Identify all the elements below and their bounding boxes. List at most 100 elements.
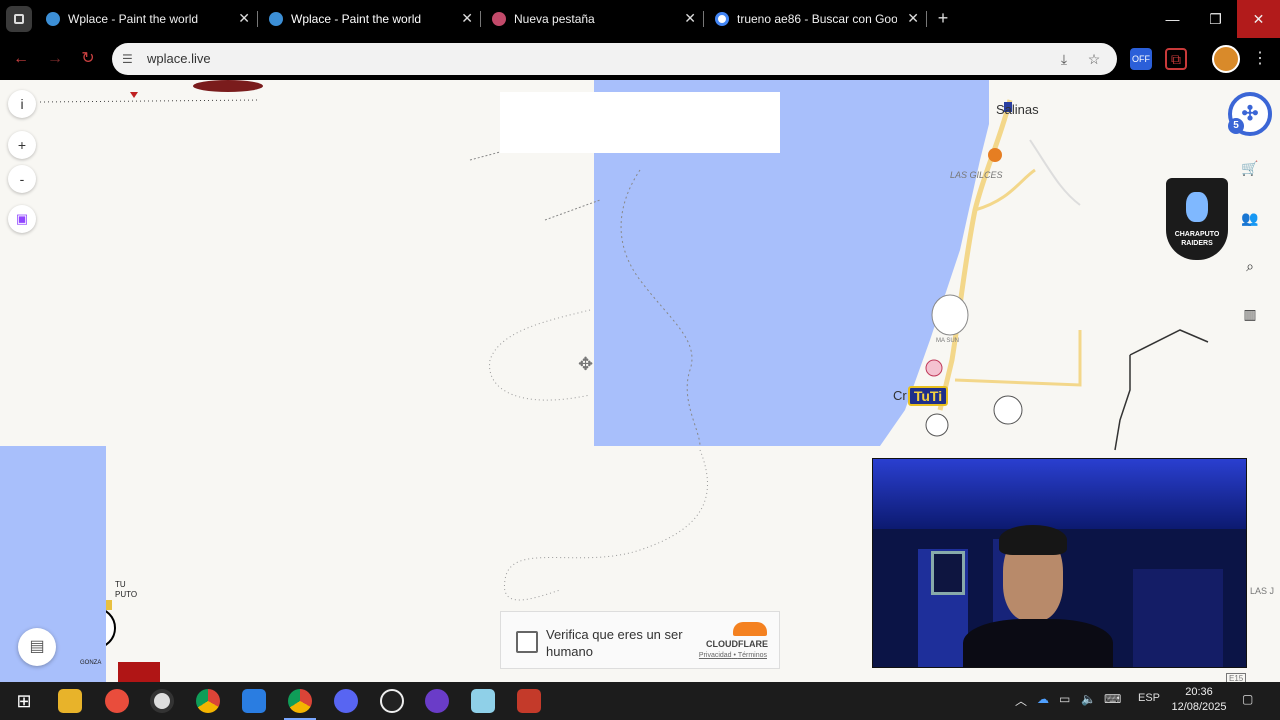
onedrive-icon[interactable]: ☁ bbox=[1037, 692, 1049, 706]
dotted-trace bbox=[620, 169, 701, 447]
art-label-ma-sun: MA SUN bbox=[936, 338, 960, 344]
tab-wplace-2[interactable]: Wplace - Paint the world ✕ bbox=[261, 6, 479, 32]
minimize-button[interactable]: — bbox=[1151, 0, 1194, 38]
close-icon[interactable]: ✕ bbox=[238, 10, 250, 27]
tab-title: Wplace - Paint the world bbox=[68, 12, 199, 26]
app-tool-icon[interactable] bbox=[517, 689, 541, 713]
info-button[interactable]: i bbox=[8, 90, 36, 118]
charaputo-raiders-crest: CHARAPUTO RAIDERS bbox=[1166, 178, 1228, 260]
pixel-art-fox bbox=[988, 148, 1002, 162]
chrome-active-icon[interactable] bbox=[288, 689, 312, 713]
keyboard-icon[interactable]: ⌨ bbox=[1104, 692, 1121, 706]
search-location-icon[interactable]: ⌕ bbox=[1236, 252, 1264, 280]
privacy-link[interactable]: Privacidad bbox=[699, 652, 732, 659]
globe-icon bbox=[269, 12, 283, 26]
install-app-icon[interactable]: ⤓ bbox=[1055, 50, 1073, 68]
pixel-art-face bbox=[925, 413, 949, 437]
captcha-label: Verifica que eres un ser humano bbox=[546, 627, 683, 659]
close-window-button[interactable]: ✕ bbox=[1237, 0, 1280, 38]
screen: Wplace - Paint the world ✕ Wplace - Pain… bbox=[0, 0, 1280, 720]
badge-count: 5 bbox=[1228, 118, 1244, 134]
close-icon[interactable]: ✕ bbox=[907, 10, 919, 27]
dotted-trace bbox=[504, 449, 708, 601]
forward-icon[interactable]: → bbox=[44, 48, 66, 70]
avatar-icon bbox=[492, 12, 506, 26]
browser-menu-icon[interactable]: ⋮ bbox=[1252, 48, 1268, 70]
extensions-puzzle-icon[interactable]: ⧉ bbox=[1165, 48, 1187, 70]
notifications-icon[interactable]: ▢ bbox=[1242, 692, 1253, 706]
community-icon[interactable]: 👥 bbox=[1236, 204, 1264, 232]
captcha-links: Privacidad • Términos bbox=[691, 652, 767, 659]
browser-toolbar: ← → ↻ ☰ wplace.live ⤓ ☆ OFF ⧉ ⋮ bbox=[0, 38, 1280, 80]
zoom-out-button[interactable]: - bbox=[8, 165, 36, 193]
link-separator: • bbox=[733, 652, 736, 659]
zoom-in-button[interactable]: + bbox=[8, 131, 36, 159]
network-icon[interactable]: ▭ bbox=[1059, 692, 1070, 706]
twitch-icon[interactable]: ▣ bbox=[8, 205, 36, 233]
tuti-pixel-label: TuTi bbox=[908, 386, 948, 406]
close-icon[interactable]: ✕ bbox=[684, 10, 696, 27]
volume-icon[interactable]: 🔈 bbox=[1081, 692, 1096, 706]
windows-start-icon[interactable]: ⊞ bbox=[12, 689, 36, 713]
place-label-las-gilces: LAS GILCES bbox=[950, 170, 1003, 180]
pixel-outline-art bbox=[1114, 329, 1209, 451]
app-red-icon[interactable] bbox=[105, 689, 129, 713]
extension-off-icon[interactable]: OFF bbox=[1130, 48, 1152, 70]
back-icon[interactable]: ← bbox=[10, 48, 32, 70]
address-bar[interactable]: ☰ wplace.live ⤓ ☆ bbox=[112, 43, 1117, 75]
leaderboard-icon[interactable]: ▥ bbox=[1236, 300, 1264, 328]
top-banner bbox=[500, 92, 780, 153]
obs-icon[interactable] bbox=[380, 689, 404, 713]
profile-avatar[interactable] bbox=[1212, 45, 1240, 73]
new-tab-button[interactable]: + bbox=[933, 8, 953, 28]
site-info-icon[interactable]: ☰ bbox=[122, 52, 136, 66]
chrome-icon[interactable] bbox=[196, 689, 220, 713]
dotted-trace bbox=[544, 199, 601, 221]
cloudflare-logo-icon bbox=[733, 622, 767, 636]
bookmark-star-icon[interactable]: ☆ bbox=[1085, 50, 1103, 68]
palette-toggle-button[interactable]: ▤ bbox=[18, 628, 56, 666]
clock[interactable]: 20:36 12/08/2025 bbox=[1166, 685, 1232, 715]
art-label-tu-puto: TU PUTO bbox=[115, 580, 138, 599]
url-text[interactable]: wplace.live bbox=[147, 51, 211, 66]
tab-title: Wplace - Paint the world bbox=[291, 12, 422, 26]
language-indicator[interactable]: ESP bbox=[1138, 692, 1160, 704]
discord-icon[interactable] bbox=[334, 689, 358, 713]
pixel-art-blob bbox=[193, 80, 263, 92]
file-explorer-icon[interactable] bbox=[58, 689, 82, 713]
tab-search-button[interactable] bbox=[6, 6, 32, 32]
webcam-overlay bbox=[872, 458, 1247, 668]
app-purple-icon[interactable] bbox=[425, 689, 449, 713]
pixel-art-red bbox=[118, 662, 160, 682]
reload-icon[interactable]: ↻ bbox=[77, 48, 99, 70]
globe-icon bbox=[46, 12, 60, 26]
tray-chevron-icon[interactable]: ︿ bbox=[1015, 692, 1027, 709]
google-icon bbox=[715, 12, 729, 26]
dotted-trace bbox=[39, 99, 261, 103]
captcha-checkbox[interactable] bbox=[516, 631, 538, 653]
tab-strip: Wplace - Paint the world ✕ Wplace - Pain… bbox=[0, 0, 1280, 38]
dotted-trace bbox=[469, 151, 501, 161]
move-cursor-icon: ✥ bbox=[578, 354, 593, 375]
maximize-button[interactable]: ❐ bbox=[1194, 0, 1237, 38]
cloudflare-captcha: Verifica que eres un ser humano CLOUDFLA… bbox=[500, 611, 780, 669]
pixel-art-face bbox=[993, 395, 1023, 425]
close-icon[interactable]: ✕ bbox=[461, 10, 473, 27]
app-notes-icon[interactable] bbox=[471, 689, 495, 713]
minor-road bbox=[1029, 139, 1081, 206]
clock-time: 20:36 bbox=[1185, 686, 1213, 698]
map-canvas[interactable]: ✥ Salinas LAS GILCES Cr TuTi LAS J E15 M… bbox=[0, 80, 1280, 682]
clock-date: 12/08/2025 bbox=[1171, 701, 1227, 713]
shop-cart-icon[interactable]: 🛒 bbox=[1236, 154, 1264, 182]
editor-icon[interactable] bbox=[242, 689, 266, 713]
pixel-art-character bbox=[931, 294, 969, 336]
tab-title: Nueva pestaña bbox=[514, 12, 595, 26]
tab-new-tab[interactable]: Nueva pestaña ✕ bbox=[484, 6, 702, 32]
terms-link[interactable]: Términos bbox=[738, 652, 767, 659]
tab-google-search[interactable]: trueno ae86 - Buscar con Goog ✕ bbox=[707, 6, 925, 32]
windows-taskbar: ⊞ ︿ ☁ ▭ 🔈 ⌨ ESP 20:36 12/08/2025 ▢ bbox=[0, 682, 1280, 720]
wplace-logo-badge[interactable]: ✣ 5 bbox=[1228, 92, 1272, 136]
tab-wplace-1[interactable]: Wplace - Paint the world ✕ bbox=[38, 6, 256, 32]
dotted-trace bbox=[489, 309, 591, 401]
chrome-profile-icon[interactable] bbox=[150, 689, 174, 713]
